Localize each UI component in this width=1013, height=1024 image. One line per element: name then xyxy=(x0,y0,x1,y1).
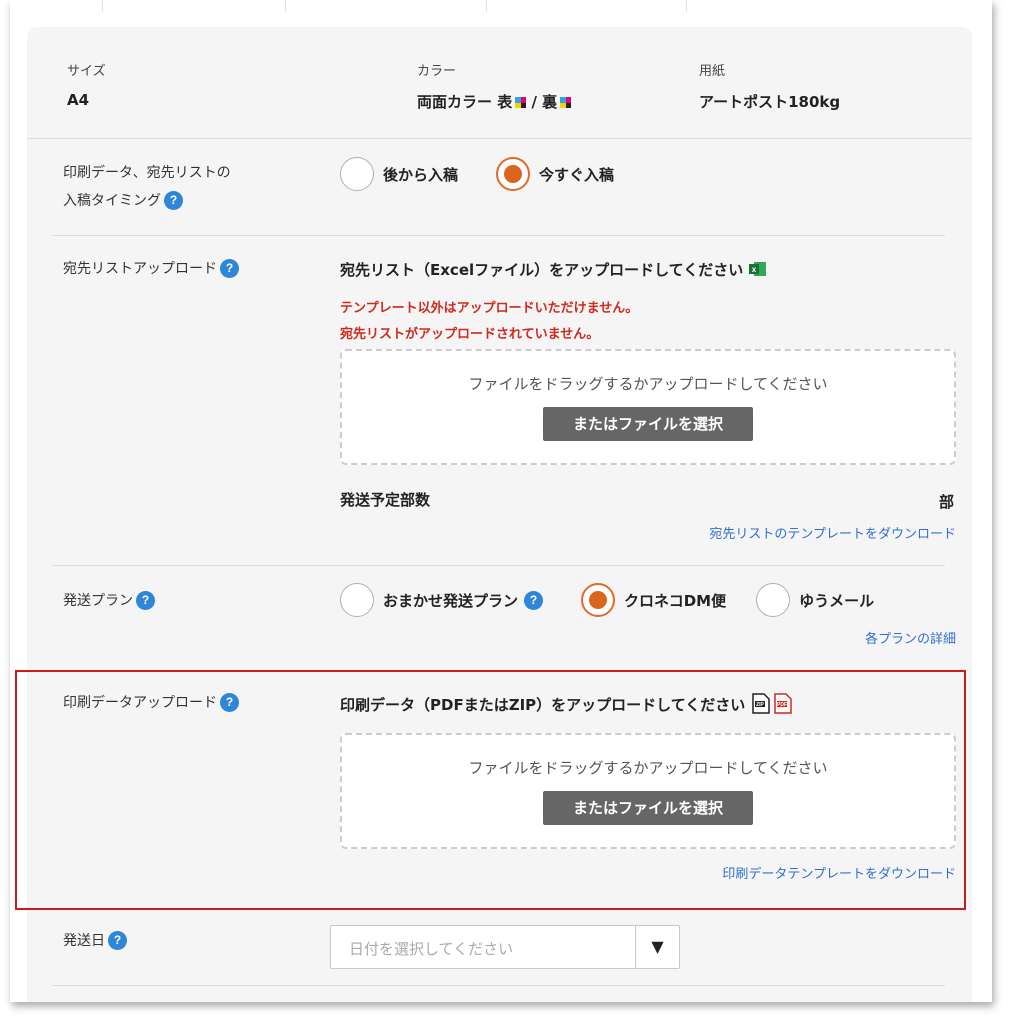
tab-divider xyxy=(102,0,103,12)
address-list-label-text: 宛先リストアップロード xyxy=(63,261,217,277)
plan-radio-group: おまかせ発送プラン? クロネコDM便 ゆうメール xyxy=(340,583,874,617)
size-summary: サイズ A4 xyxy=(67,60,106,109)
address-list-heading: 宛先リスト（Excelファイル）をアップロードしてください x xyxy=(340,259,767,280)
radio-label: 今すぐ入稿 xyxy=(539,165,615,184)
shipment-count-unit: 部 xyxy=(939,493,955,511)
timing-label-line2: 入稿タイミング xyxy=(63,193,161,209)
tab-divider xyxy=(486,0,487,12)
radio-label: ゆうメール xyxy=(799,591,875,610)
plan-label-text: 発送プラン xyxy=(63,593,133,609)
color-front-text: 両面カラー 表 xyxy=(417,93,513,111)
help-icon[interactable]: ? xyxy=(220,259,239,278)
address-list-heading-text: 宛先リスト（Excelファイル）をアップロードしてください xyxy=(340,261,744,279)
ship-date-placeholder: 日付を選択してください xyxy=(349,940,514,958)
tab-divider xyxy=(686,0,687,12)
help-icon[interactable]: ? xyxy=(524,590,544,610)
plan-label: 発送プラン? xyxy=(63,587,155,615)
address-list-label: 宛先リストアップロード? xyxy=(63,255,239,283)
ship-date-select[interactable]: 日付を選択してください ▼ xyxy=(330,925,680,969)
ship-date-label: 発送日? xyxy=(63,927,127,955)
ship-date-label-text: 発送日 xyxy=(63,933,105,949)
divider xyxy=(52,985,945,986)
radio-circle[interactable] xyxy=(340,583,374,617)
radio-label: おまかせ発送プラン xyxy=(383,591,519,610)
color-label: カラー xyxy=(417,64,457,79)
shipment-count-label: 発送予定部数 xyxy=(340,491,431,509)
divider xyxy=(52,235,945,236)
divider xyxy=(52,565,945,566)
template-error: テンプレート以外はアップロードいただけません。 xyxy=(340,301,639,316)
paper-value: アートポスト180kg xyxy=(699,93,841,111)
dropdown-arrow-icon[interactable]: ▼ xyxy=(635,926,679,968)
size-label: サイズ xyxy=(67,64,106,79)
help-icon[interactable]: ? xyxy=(164,191,183,210)
cmyk-front-icon xyxy=(515,97,527,108)
timing-label-line1: 印刷データ、宛先リストの xyxy=(63,165,231,181)
help-icon[interactable]: ? xyxy=(108,931,127,950)
radio-label: 後から入稿 xyxy=(383,165,459,184)
timing-label: 印刷データ、宛先リストの 入稿タイミング? xyxy=(63,159,231,215)
radio-circle[interactable] xyxy=(756,583,791,617)
radio-circle-checked[interactable] xyxy=(581,583,616,617)
radio-kuroneko-dm[interactable]: クロネコDM便 xyxy=(581,583,726,617)
dropzone-text: ファイルをドラッグするかアップロードしてください xyxy=(468,375,828,393)
color-value: 両面カラー 表 / 裏 xyxy=(417,91,572,112)
radio-circle[interactable] xyxy=(340,157,374,191)
plan-details-link[interactable]: 各プランの詳細 xyxy=(865,628,956,647)
timing-radio-group: 後から入稿 今すぐ入稿 xyxy=(340,157,652,191)
cmyk-back-icon xyxy=(560,97,572,108)
upload-missing-error: 宛先リストがアップロードされていません。 xyxy=(340,327,600,342)
svg-text:x: x xyxy=(752,265,757,274)
paper-label: 用紙 xyxy=(699,64,726,79)
address-template-download-link[interactable]: 宛先リストのテンプレートをダウンロード xyxy=(709,523,956,542)
radio-upload-now[interactable]: 今すぐ入稿 xyxy=(496,157,614,191)
paper-summary: 用紙 アートポスト180kg xyxy=(699,60,840,112)
help-icon[interactable]: ? xyxy=(136,591,155,610)
select-file-button[interactable]: またはファイルを選択 xyxy=(543,407,753,441)
top-tab-strip xyxy=(10,0,992,14)
address-list-dropzone[interactable]: ファイルをドラッグするかアップロードしてください またはファイルを選択 xyxy=(340,349,956,465)
size-value: A4 xyxy=(67,91,90,109)
excel-icon: x xyxy=(749,262,767,276)
color-summary: カラー 両面カラー 表 / 裏 xyxy=(417,60,572,112)
spec-summary: サイズ A4 カラー 両面カラー 表 / 裏 用紙 アートポスト180kg xyxy=(27,27,972,139)
tab-divider xyxy=(285,0,286,12)
radio-label: クロネコDM便 xyxy=(624,591,727,610)
color-back-text: / 裏 xyxy=(526,93,558,111)
radio-omakase-plan[interactable]: おまかせ発送プラン? xyxy=(340,583,544,617)
highlight-annotation-box xyxy=(15,670,966,910)
radio-yu-mail[interactable]: ゆうメール xyxy=(756,583,874,617)
radio-later-upload[interactable]: 後から入稿 xyxy=(340,157,458,191)
radio-circle-checked[interactable] xyxy=(496,157,531,191)
